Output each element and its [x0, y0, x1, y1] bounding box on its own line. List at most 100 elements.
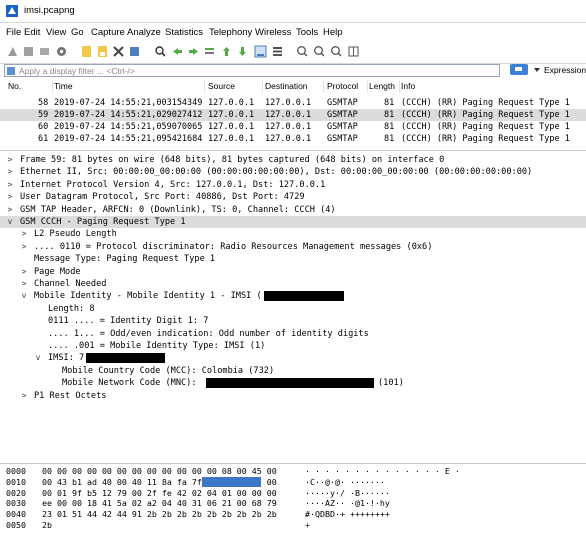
bookmark-icon[interactable] [7, 67, 15, 75]
detail-row[interactable]: v GSM CCCH - Paging Request Type 1 [0, 216, 586, 228]
shark-fin-icon[interactable] [6, 45, 19, 58]
detail-row[interactable]: > Internet Protocol Version 4, Src: 127.0… [0, 179, 586, 191]
stop-icon[interactable] [22, 45, 35, 58]
menu-wireless[interactable]: Wireless [255, 27, 291, 38]
menu-go[interactable]: Go [71, 27, 84, 38]
packet-row[interactable]: 60 2019-07-24 14:55:21,059070065 127.0.0… [0, 121, 586, 133]
menu-view[interactable]: View [46, 27, 66, 38]
chevron-right-icon[interactable]: > [6, 205, 14, 214]
detail-row[interactable]: Length: 8 [0, 303, 586, 315]
colorize-icon[interactable] [271, 45, 284, 58]
detail-row[interactable]: > L2 Pseudo Length [0, 228, 586, 240]
column-header-length[interactable]: Length [369, 81, 400, 93]
redaction-bar [264, 291, 344, 302]
column-header-info[interactable]: Info [401, 81, 585, 93]
autoscroll-icon[interactable] [254, 45, 267, 58]
hex-bytes[interactable]: ee 00 00 18 41 5a 02 a2 04 40 31 06 21 0… [42, 498, 277, 508]
hex-row[interactable]: 0000 00 00 00 00 00 00 00 00 00 00 00 00 … [0, 466, 586, 477]
hex-bytes[interactable]: 2b [42, 520, 52, 530]
zoom-in-icon[interactable] [296, 45, 309, 58]
detail-row[interactable]: Mobile Network Code (MNC): (101) [0, 377, 586, 389]
go-back-icon[interactable] [171, 45, 184, 58]
chevron-right-icon[interactable]: > [20, 242, 28, 251]
menu-telephony[interactable]: Telephony [209, 27, 252, 38]
chevron-down-icon[interactable]: v [20, 291, 28, 300]
chevron-down-icon[interactable]: v [6, 217, 14, 226]
column-header-source[interactable]: Source [208, 81, 263, 93]
close-file-icon[interactable] [112, 45, 125, 58]
detail-row[interactable]: 0111 .... = Identity Digit 1: 7 [0, 315, 586, 327]
menu-tools[interactable]: Tools [296, 27, 318, 38]
hex-row[interactable]: 0020 00 01 9f b5 12 79 00 2f fe 42 02 04 … [0, 488, 586, 499]
detail-row[interactable]: > Channel Needed [0, 278, 586, 290]
detail-row[interactable]: > Frame 59: 81 bytes on wire (648 bits), … [0, 154, 586, 166]
chevron-right-icon[interactable]: > [6, 155, 14, 164]
packet-source: 127.0.0.1 [208, 134, 255, 144]
apply-filter-arrow-icon[interactable] [510, 64, 528, 75]
detail-row[interactable]: v IMSI: 7 [0, 352, 586, 364]
chevron-right-icon[interactable]: > [6, 180, 14, 189]
packet-destination: 127.0.0.1 [265, 122, 312, 132]
detail-row[interactable]: > .... 0110 = Protocol discriminator: Rad… [0, 241, 586, 253]
reload-icon[interactable] [128, 45, 141, 58]
detail-row[interactable]: v Mobile Identity - Mobile Identity 1 - I… [0, 290, 586, 302]
first-packet-icon[interactable] [220, 45, 233, 58]
detail-row[interactable]: .... 1... = Odd/even indication: Odd num… [0, 328, 586, 340]
normal-size-icon[interactable] [330, 45, 343, 58]
detail-text: Mobile Country Code (MCC): Colombia (732… [62, 365, 275, 376]
column-header-destination[interactable]: Destination [265, 81, 324, 93]
chevron-right-icon[interactable]: > [20, 229, 28, 238]
options-gear-icon[interactable] [55, 45, 68, 58]
zoom-out-icon[interactable] [313, 45, 326, 58]
packet-row[interactable]: 58 2019-07-24 14:55:21,003154349 127.0.0… [0, 97, 586, 109]
menu-edit[interactable]: Edit [24, 27, 40, 38]
detail-text: Page Mode [34, 266, 81, 277]
detail-row[interactable]: > Page Mode [0, 266, 586, 278]
hex-row[interactable]: 0030 ee 00 00 18 41 5a 02 a2 04 40 31 06 … [0, 498, 586, 509]
open-file-icon[interactable] [80, 45, 93, 58]
packet-length: 81 [384, 110, 395, 120]
hex-ascii: ····AZ·· ·@1·!·hy [305, 498, 390, 509]
menu-capture[interactable]: Capture [91, 27, 125, 38]
go-to-packet-icon[interactable] [203, 45, 216, 58]
main-toolbar [0, 41, 586, 64]
detail-row[interactable]: > P1 Rest Octets [0, 390, 586, 402]
hex-row[interactable]: 0010 00 43 b1 ad 40 00 40 11 8a fa 7f 00 … [0, 476, 586, 488]
resize-columns-icon[interactable] [347, 45, 360, 58]
hex-row[interactable]: 0040 23 01 51 44 42 44 91 2b 2b 2b 2b 2b … [0, 509, 586, 520]
restart-icon[interactable] [38, 45, 51, 58]
chevron-down-icon[interactable]: v [34, 353, 42, 362]
save-file-icon[interactable] [96, 45, 109, 58]
menu-statistics[interactable]: Statistics [165, 27, 203, 38]
detail-row[interactable]: > Ethernet II, Src: 00:00:00_00:00:00 (00… [0, 166, 586, 178]
expression-button[interactable]: Expression [544, 65, 586, 75]
chevron-down-icon[interactable] [533, 64, 541, 76]
hex-bytes[interactable]: 00 01 9f b5 12 79 00 2f fe 42 02 04 01 0… [42, 488, 277, 498]
chevron-right-icon[interactable]: > [20, 267, 28, 276]
menu-file[interactable]: File [6, 27, 21, 38]
detail-row[interactable]: > GSM TAP Header, ARFCN: 0 (Downlink), TS… [0, 204, 586, 216]
column-header-no[interactable]: No. [8, 81, 53, 93]
packet-row[interactable]: 61 2019-07-24 14:55:21,095421684 127.0.0… [0, 133, 586, 145]
hex-bytes[interactable]: 00 00 00 00 00 00 00 00 00 00 00 00 08 0… [42, 466, 277, 476]
chevron-right-icon[interactable]: > [20, 279, 28, 288]
chevron-right-icon[interactable]: > [6, 167, 14, 176]
hex-bytes[interactable]: 23 01 51 44 42 44 91 2b 2b 2b 2b 2b 2b 2… [42, 509, 277, 519]
chevron-right-icon[interactable]: > [20, 391, 28, 400]
find-icon[interactable] [154, 45, 167, 58]
hex-row[interactable]: 0050 2b + [0, 520, 586, 531]
detail-row[interactable]: .... .001 = Mobile Identity Type: IMSI (… [0, 340, 586, 352]
menu-analyze[interactable]: Analyze [127, 27, 161, 38]
column-header-time[interactable]: Time [54, 81, 205, 93]
menu-help[interactable]: Help [323, 27, 343, 38]
packet-row-selected[interactable]: 59 2019-07-24 14:55:21,029027412 127.0.0… [0, 109, 586, 121]
detail-row[interactable]: Mobile Country Code (MCC): Colombia (732… [0, 365, 586, 377]
chevron-right-icon[interactable]: > [6, 192, 14, 201]
go-forward-icon[interactable] [187, 45, 200, 58]
detail-row[interactable]: Message Type: Paging Request Type 1 [0, 253, 586, 265]
detail-text: Mobile Identity - Mobile Identity 1 - IM… [34, 291, 262, 302]
display-filter-input[interactable]: Apply a display filter ... <Ctrl-/> [4, 64, 500, 77]
last-packet-icon[interactable] [236, 45, 249, 58]
column-header-protocol[interactable]: Protocol [327, 81, 368, 93]
detail-row[interactable]: > User Datagram Protocol, Src Port: 40886… [0, 191, 586, 203]
